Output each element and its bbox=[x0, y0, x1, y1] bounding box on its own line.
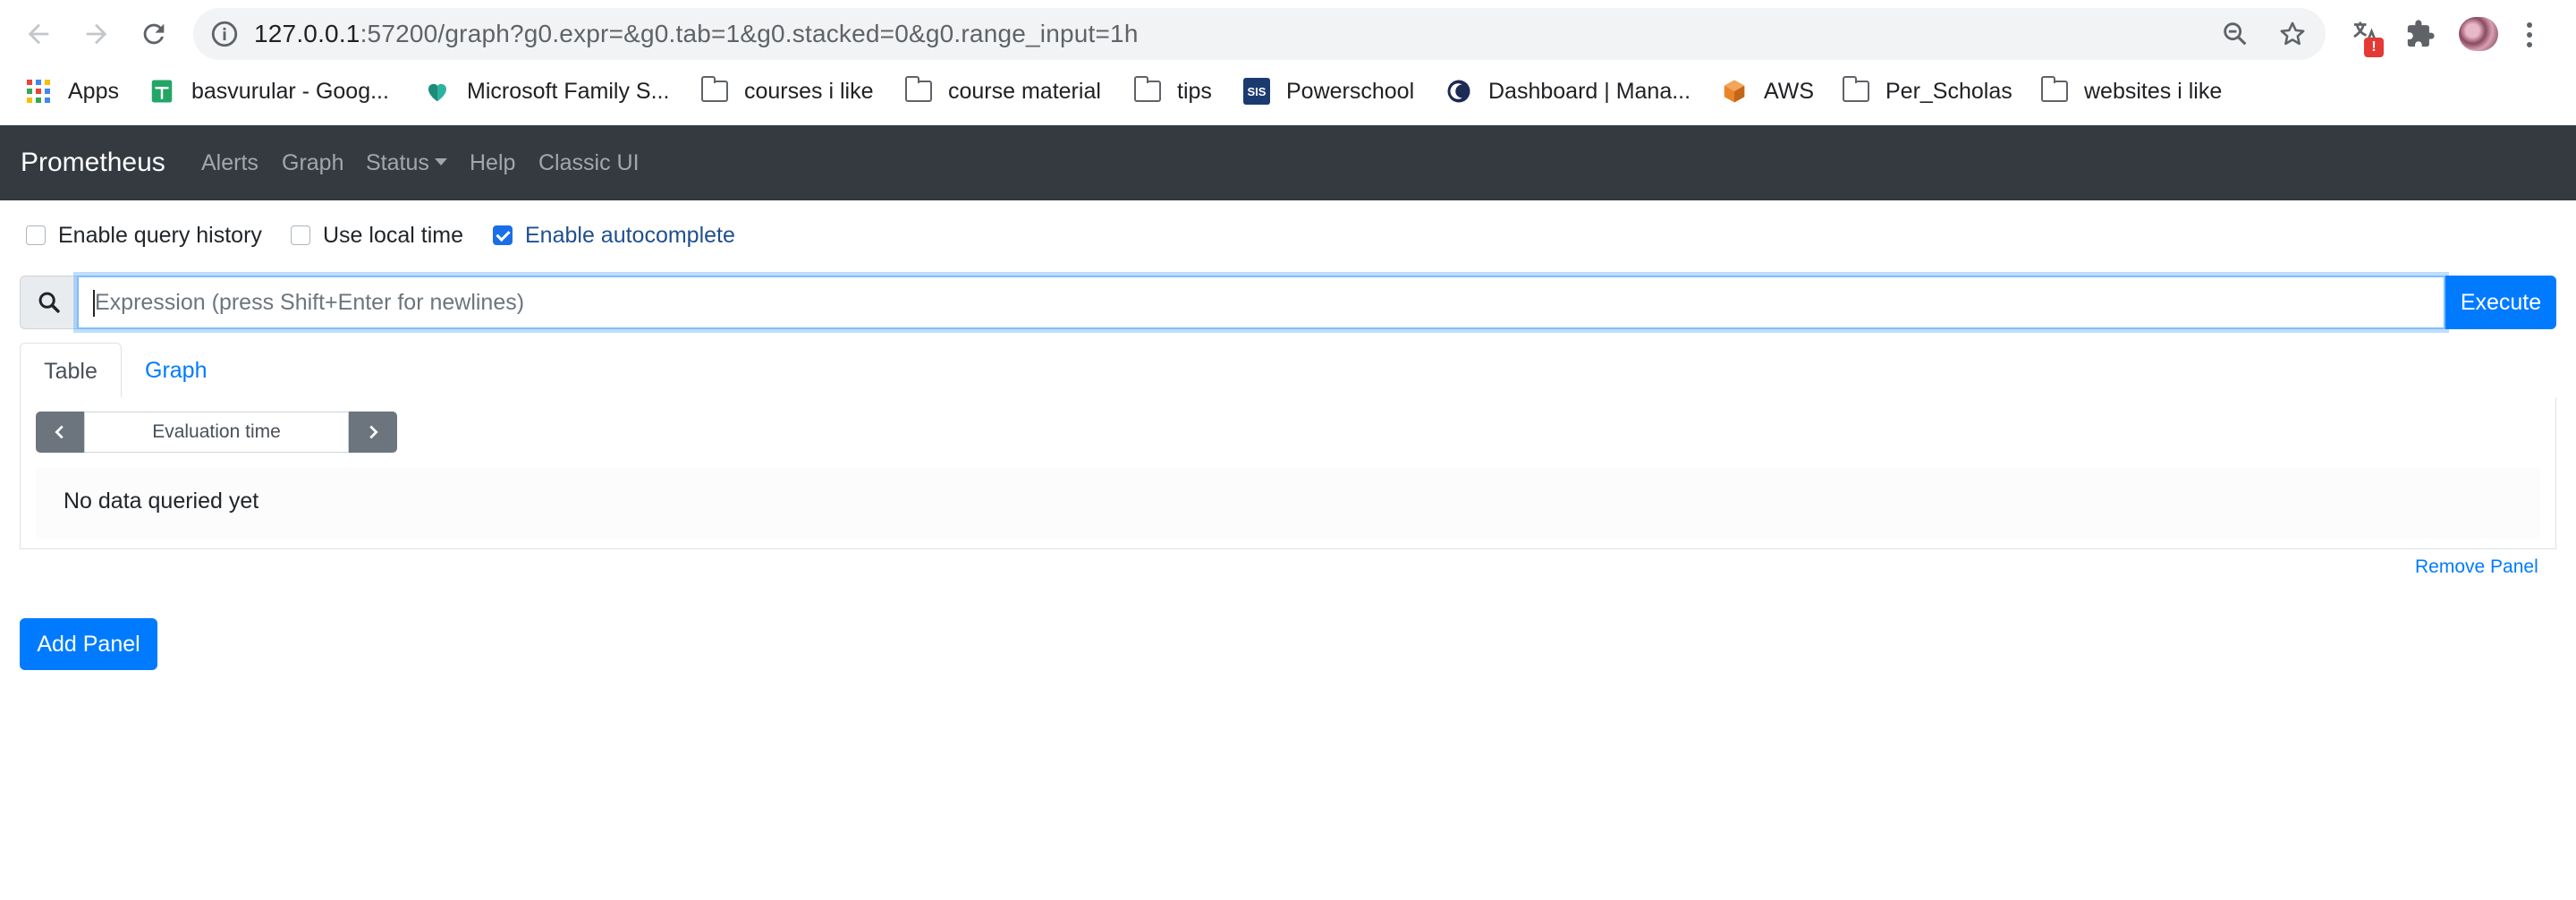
evaluation-time-control: Evaluation time bbox=[36, 412, 397, 453]
bookmark-label: Apps bbox=[68, 78, 119, 104]
bookmark-websites-i-like[interactable]: websites i like bbox=[2040, 68, 2223, 115]
forward-arrow-icon bbox=[86, 23, 107, 45]
google-sheets-icon bbox=[148, 78, 175, 105]
bookmark-label: Microsoft Family S... bbox=[467, 78, 670, 104]
bookmark-per-scholas[interactable]: Per_Scholas bbox=[1842, 68, 2012, 115]
panel-tabs: Table Graph bbox=[20, 343, 2556, 400]
chevron-right-icon bbox=[369, 425, 378, 439]
search-icon bbox=[38, 292, 60, 313]
bookmark-label: Per_Scholas bbox=[1885, 78, 2012, 104]
reload-button[interactable] bbox=[132, 13, 175, 55]
empty-state-message: No data queried yet bbox=[64, 488, 259, 514]
family-heart-icon bbox=[424, 78, 451, 105]
brand-link[interactable]: Prometheus bbox=[21, 125, 165, 200]
browser-toolbar: 127.0.0.1:57200/graph?g0.expr=&g0.tab=1&… bbox=[0, 0, 2576, 68]
chevron-down-icon bbox=[434, 158, 447, 166]
query-history-label: Enable query history bbox=[58, 222, 262, 248]
apps-grid-icon bbox=[25, 78, 52, 105]
bookmark-label: AWS bbox=[1764, 78, 1815, 104]
bookmark-aws[interactable]: AWS bbox=[1721, 68, 1814, 115]
nav-alerts[interactable]: Alerts bbox=[201, 125, 258, 200]
bookmark-powerschool[interactable]: SIS Powerschool bbox=[1243, 68, 1414, 115]
expression-input[interactable]: Expression (press Shift+Enter for newlin… bbox=[77, 276, 2445, 329]
address-bar[interactable]: 127.0.0.1:57200/graph?g0.expr=&g0.tab=1&… bbox=[193, 8, 2326, 60]
bookmark-label: course material bbox=[948, 78, 1101, 104]
zoom-icon[interactable] bbox=[2220, 19, 2250, 49]
tab-table[interactable]: Table bbox=[20, 343, 122, 400]
sis-icon: SIS bbox=[1243, 78, 1270, 105]
folder-icon bbox=[700, 76, 728, 105]
nav-help[interactable]: Help bbox=[470, 125, 515, 200]
aws-cube-icon bbox=[1721, 78, 1748, 105]
remove-panel-link[interactable]: Remove Panel bbox=[2415, 556, 2538, 578]
bookmarks-bar: Apps basvurular - Goog... Microsoft Fami… bbox=[0, 68, 2576, 123]
chevron-left-icon bbox=[55, 425, 64, 439]
nav-graph[interactable]: Graph bbox=[282, 125, 343, 200]
bookmark-dashboard[interactable]: Dashboard | Mana... bbox=[1445, 68, 1690, 115]
local-time-option[interactable]: Use local time bbox=[291, 220, 463, 250]
search-addon bbox=[20, 276, 77, 329]
bookmark-label: websites i like bbox=[2084, 78, 2223, 104]
folder-icon bbox=[904, 76, 932, 105]
url-host: 127.0.0.1 bbox=[254, 20, 360, 47]
bookmark-label: basvurular - Goog... bbox=[191, 78, 389, 104]
bookmark-label: Dashboard | Mana... bbox=[1488, 78, 1691, 104]
evaluation-time-input[interactable]: Evaluation time bbox=[84, 412, 349, 453]
bookmark-basvurular[interactable]: basvurular - Goog... bbox=[148, 68, 389, 115]
back-button[interactable] bbox=[17, 13, 60, 55]
expression-placeholder: Expression (press Shift+Enter for newlin… bbox=[95, 290, 525, 315]
site-info-icon[interactable] bbox=[209, 19, 240, 49]
eval-time-next-button[interactable] bbox=[349, 412, 397, 453]
forward-button[interactable] bbox=[75, 13, 118, 55]
local-time-checkbox[interactable] bbox=[291, 225, 310, 245]
nav-classic-ui[interactable]: Classic UI bbox=[538, 125, 640, 200]
extension-badge: ! bbox=[2364, 38, 2384, 57]
bookmark-star-icon[interactable] bbox=[2277, 19, 2308, 49]
puzzle-icon bbox=[2407, 20, 2435, 47]
moon-icon bbox=[1445, 78, 1472, 105]
folder-icon bbox=[1842, 76, 1869, 105]
local-time-label: Use local time bbox=[323, 222, 463, 248]
prometheus-navbar: Prometheus Alerts Graph Status Help Clas… bbox=[0, 125, 2576, 200]
nav-status-dropdown[interactable]: Status bbox=[366, 125, 447, 200]
bookmark-label: courses i like bbox=[744, 78, 874, 104]
query-history-option[interactable]: Enable query history bbox=[26, 220, 262, 250]
empty-state: No data queried yet bbox=[36, 467, 2540, 539]
eval-time-prev-button[interactable] bbox=[36, 412, 84, 453]
browser-chrome: 127.0.0.1:57200/graph?g0.expr=&g0.tab=1&… bbox=[0, 0, 2576, 125]
query-history-checkbox[interactable] bbox=[26, 225, 46, 245]
extensions-puzzle-button[interactable] bbox=[2402, 16, 2438, 52]
bookmark-course-material[interactable]: course material bbox=[904, 68, 1101, 115]
url-path: :57200/graph?g0.expr=&g0.tab=1&g0.stacke… bbox=[360, 20, 1139, 47]
add-panel-button[interactable]: Add Panel bbox=[20, 618, 157, 670]
bookmark-microsoft-family[interactable]: Microsoft Family S... bbox=[424, 68, 669, 115]
bookmark-courses-i-like[interactable]: courses i like bbox=[700, 68, 874, 115]
profile-avatar[interactable] bbox=[2459, 17, 2498, 51]
folder-icon bbox=[2040, 76, 2068, 105]
folder-icon bbox=[1133, 76, 1161, 105]
back-arrow-icon bbox=[28, 23, 49, 45]
execute-button[interactable]: Execute bbox=[2445, 276, 2556, 329]
bookmark-label: Powerschool bbox=[1286, 78, 1415, 104]
autocomplete-option[interactable]: Enable autocomplete bbox=[493, 220, 735, 250]
text-cursor bbox=[93, 290, 95, 317]
autocomplete-label: Enable autocomplete bbox=[525, 222, 735, 248]
bookmark-tips[interactable]: tips bbox=[1133, 68, 1212, 115]
autocomplete-checkbox[interactable] bbox=[493, 225, 513, 245]
browser-menu-icon[interactable] bbox=[2524, 20, 2535, 50]
bookmark-label: tips bbox=[1177, 78, 1212, 104]
bookmark-apps[interactable]: Apps bbox=[25, 68, 119, 115]
reload-icon bbox=[143, 23, 165, 45]
tab-graph[interactable]: Graph bbox=[122, 343, 230, 398]
nav-status-label: Status bbox=[366, 150, 429, 175]
url-text[interactable]: 127.0.0.1:57200/graph?g0.expr=&g0.tab=1&… bbox=[254, 8, 1139, 60]
